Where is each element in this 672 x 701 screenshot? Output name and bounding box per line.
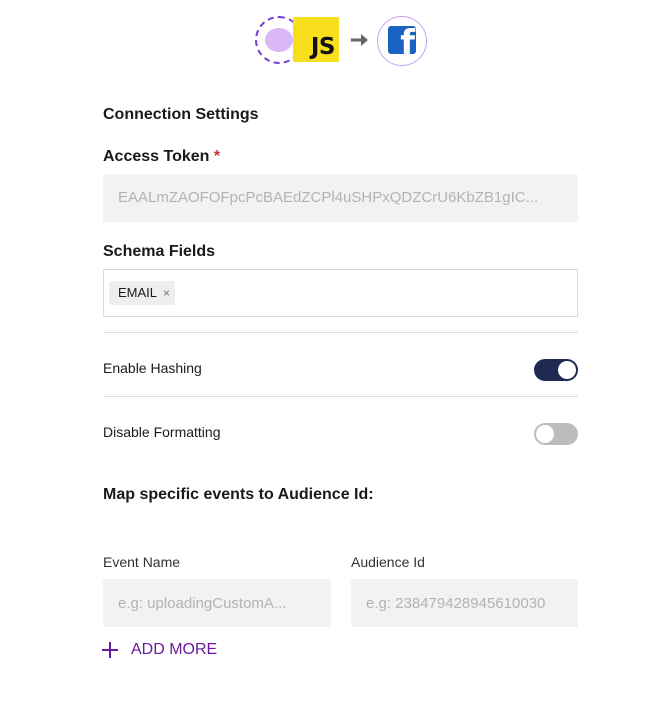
audience-id-input[interactable]: [351, 579, 578, 627]
facebook-letter: f: [400, 26, 415, 54]
map-events-title: Map specific events to Audience Id:: [103, 486, 374, 503]
schema-fields-label: Schema Fields: [103, 243, 216, 260]
divider: [103, 332, 578, 333]
javascript-icon: JS: [293, 17, 339, 62]
divider: [103, 396, 578, 397]
toggle-knob: [558, 361, 576, 379]
access-token-label: Access Token *: [103, 148, 220, 166]
required-mark: *: [213, 148, 221, 165]
access-token-label-text: Access Token: [103, 148, 210, 165]
schema-tag-email: EMAIL ×: [109, 281, 176, 305]
add-more-button[interactable]: ADD MORE: [102, 641, 217, 659]
enable-hashing-label: Enable Hashing: [103, 360, 202, 376]
facebook-icon: f: [388, 26, 416, 54]
add-more-label: ADD MORE: [131, 641, 218, 658]
access-token-field[interactable]: EAALmZAOFOFpcPcBAEdZCPl4uSHPxQDZCrU6KbZB…: [103, 174, 578, 222]
plus-icon: [102, 642, 118, 658]
disable-formatting-label: Disable Formatting: [103, 424, 221, 440]
arrow-right-icon: [351, 34, 368, 46]
javascript-badge-text: JS: [310, 34, 336, 60]
toggle-knob: [536, 425, 554, 443]
schema-fields-input[interactable]: EMAIL ×: [103, 269, 578, 317]
enable-hashing-toggle[interactable]: [534, 359, 578, 381]
connection-settings-title: Connection Settings: [103, 106, 259, 123]
schema-tag-label: EMAIL: [118, 285, 158, 300]
close-icon[interactable]: ×: [163, 281, 170, 305]
event-name-label: Event Name: [103, 554, 181, 570]
source-dot-icon: [265, 28, 293, 52]
audience-id-label: Audience Id: [351, 554, 425, 570]
event-name-input[interactable]: [103, 579, 331, 627]
disable-formatting-toggle[interactable]: [534, 423, 578, 445]
